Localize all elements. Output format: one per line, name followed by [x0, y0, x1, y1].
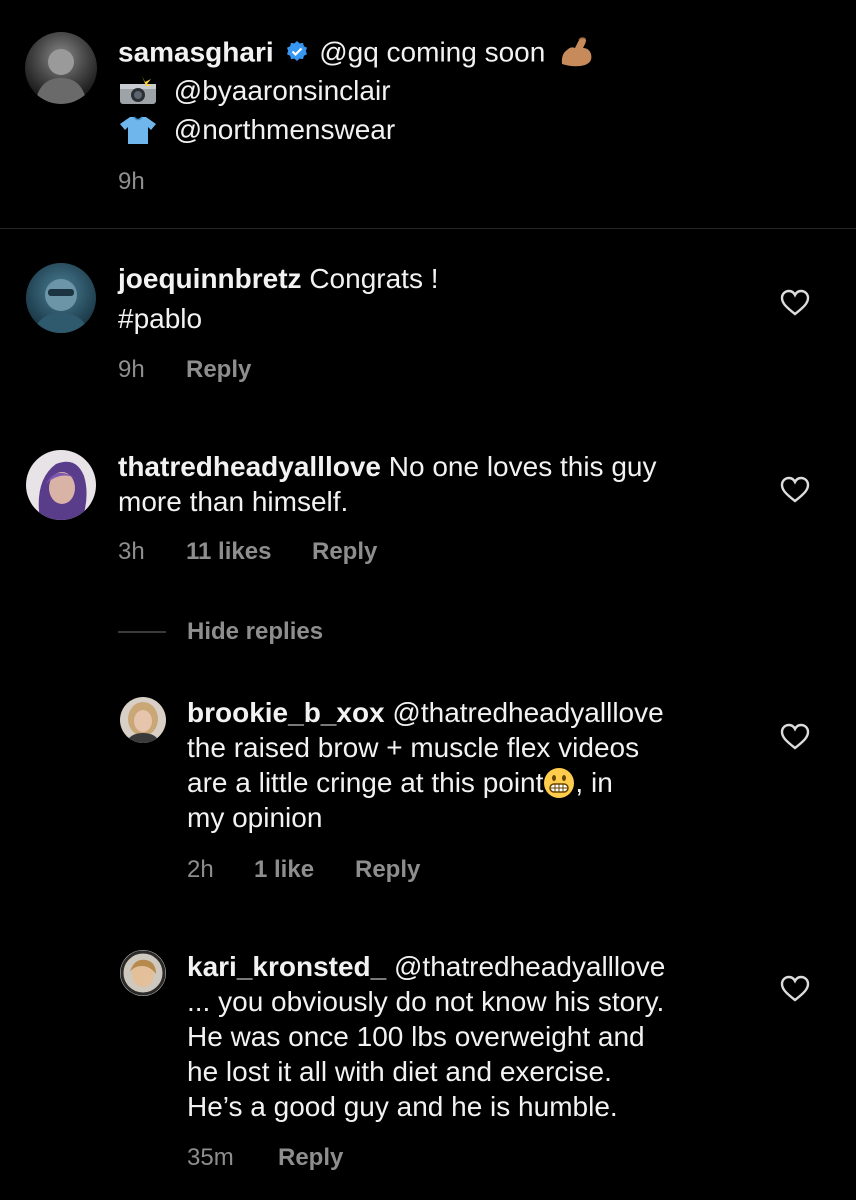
- reply-1-text-4: , in: [575, 767, 613, 798]
- comment-1-username[interactable]: joequinnbretz: [118, 263, 302, 294]
- caption-line-1: samasghari @gq coming soon: [118, 34, 595, 74]
- reply-1-time: 2h: [187, 856, 214, 883]
- avatar-image: [126, 702, 160, 743]
- comment-2-time: 3h: [118, 538, 145, 565]
- reply-1-line-3: are a little cringe at this point , in: [187, 766, 613, 803]
- avatar-image: [38, 461, 87, 520]
- comment-1-hashtag[interactable]: #pablo: [118, 302, 202, 336]
- comment-1-time: 9h: [118, 356, 145, 383]
- reply-2-text-3: He was once 100 lbs overweight and: [187, 1021, 645, 1052]
- caption-username[interactable]: samasghari: [118, 36, 274, 67]
- verified-badge-icon: [287, 41, 308, 61]
- comment-2-likes[interactable]: 11 likes: [186, 538, 271, 566]
- reply-2-text-5: He’s a good guy and he is humble.: [187, 1091, 618, 1122]
- avatar-image: [35, 49, 87, 104]
- avatar-image: [34, 279, 88, 333]
- comment-2-text-1: No one loves this guy: [388, 451, 657, 482]
- reply-1-text-3: are a little cringe at this point: [187, 767, 544, 798]
- caption-line-2: @byaaronsinclair: [118, 74, 391, 110]
- heart-icon[interactable]: [780, 975, 810, 1003]
- reply-1-line-1: brookie_b_xox @thatredheadyalllove: [187, 696, 664, 730]
- caption-time: 9h: [118, 168, 145, 195]
- comment-1-text: Congrats !: [309, 263, 439, 294]
- reply-1-text-5: my opinion: [187, 802, 323, 833]
- avatar-image: [120, 950, 166, 996]
- comment-1-line-1: joequinnbretz Congrats !: [118, 262, 439, 296]
- reply-1-reply-button[interactable]: Reply: [355, 856, 420, 884]
- comment-2-line-1: thatredheadyalllove No one loves this gu…: [118, 450, 656, 484]
- caption-line-3: @northmenswear: [118, 113, 395, 149]
- caption-mention-northmenswear[interactable]: @northmenswear: [174, 114, 395, 145]
- comment-2-reply-button[interactable]: Reply: [312, 538, 377, 566]
- caption-divider: [0, 228, 856, 229]
- avatar-samasghari[interactable]: [25, 32, 97, 104]
- reply-1-likes[interactable]: 1 like: [254, 856, 314, 884]
- reply-2-text-4: he lost it all with diet and exercise.: [187, 1056, 612, 1087]
- avatar-brookie_b_xox[interactable]: [120, 697, 166, 743]
- comment-2-text-2: more than himself.: [118, 486, 349, 517]
- avatar-thatredheadyalllove[interactable]: [26, 450, 96, 520]
- comment-2-username[interactable]: thatredheadyalllove: [118, 451, 381, 482]
- comment-1-reply-button[interactable]: Reply: [186, 356, 251, 384]
- avatar-kari_kronsted_[interactable]: [120, 950, 166, 996]
- heart-icon[interactable]: [780, 476, 810, 504]
- reply-2-mention[interactable]: @thatredheadyalllove: [394, 951, 665, 982]
- caption-mention-gq[interactable]: @gq coming soon: [319, 36, 545, 67]
- caption-mention-byaaronsinclair[interactable]: @byaaronsinclair: [174, 75, 391, 106]
- reply-2-text-2: ... you obviously do not know his story.: [187, 986, 665, 1017]
- heart-icon[interactable]: [780, 723, 810, 751]
- reply-2-time: 35m: [187, 1144, 234, 1171]
- flexed-biceps-icon: [561, 37, 592, 67]
- t-shirt-icon: [120, 116, 156, 144]
- reply-2-line-1: kari_kronsted_ @thatredheadyalllove: [187, 950, 665, 984]
- grimacing-face-icon: [544, 767, 575, 798]
- reply-1-text-2: the raised brow + muscle flex videos: [187, 732, 640, 763]
- reply-1-mention[interactable]: @thatredheadyalllove: [392, 697, 663, 728]
- avatar-joequinnbretz[interactable]: [26, 263, 96, 333]
- reply-1-username[interactable]: brookie_b_xox: [187, 697, 385, 728]
- heart-icon[interactable]: [780, 289, 810, 317]
- camera-with-flash-icon: [120, 75, 156, 104]
- reply-2-reply-button[interactable]: Reply: [278, 1144, 343, 1172]
- replies-thread-line: [118, 631, 166, 633]
- reply-2-username[interactable]: kari_kronsted_: [187, 951, 386, 982]
- hide-replies-button[interactable]: Hide replies: [187, 618, 323, 646]
